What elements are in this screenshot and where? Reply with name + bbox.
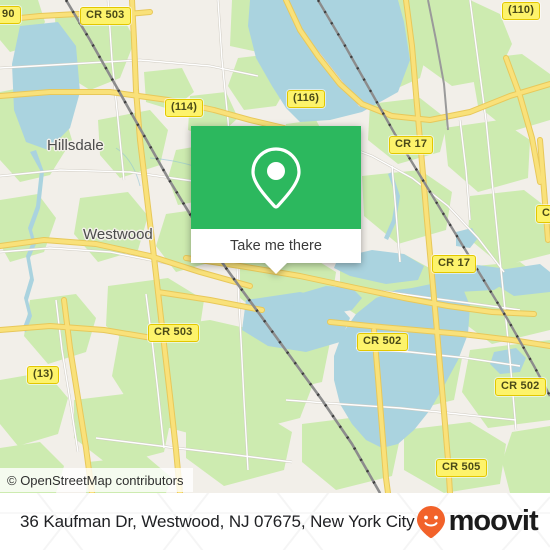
road-shield-90: 90 (0, 6, 21, 24)
map-canvas[interactable]: Hillsdale Westwood 90 CR 503 (110) (114)… (0, 0, 550, 493)
popup-footer[interactable]: Take me there (191, 229, 361, 274)
road-shield-cr-17-north: CR 17 (389, 136, 434, 154)
place-label-hillsdale: Hillsdale (47, 137, 104, 154)
road-shield-114: (114) (165, 99, 204, 117)
road-shield-cr-edge-clipped: CR (536, 205, 550, 223)
road-shield-13: (13) (27, 366, 60, 384)
place-label-westwood: Westwood (83, 226, 153, 243)
osm-attribution[interactable]: © OpenStreetMap contributors (0, 468, 193, 492)
road-shield-cr-503-south: CR 503 (148, 324, 199, 342)
location-popup[interactable]: Take me there (191, 126, 361, 274)
address-text: 36 Kaufman Dr, Westwood, NJ 07675, New Y… (20, 511, 415, 531)
map-pin-icon (251, 146, 301, 209)
road-shield-116: (116) (287, 90, 326, 108)
road-shield-cr-502-east: CR 502 (495, 378, 546, 396)
popup-tail (265, 263, 287, 274)
moovit-wordmark: moovit (448, 505, 539, 537)
map-screenshot: Hillsdale Westwood 90 CR 503 (110) (114)… (0, 0, 550, 550)
osm-attribution-text: © OpenStreetMap contributors (7, 472, 184, 488)
footer-bar: 36 Kaufman Dr, Westwood, NJ 07675, New Y… (0, 493, 550, 550)
take-me-there-button[interactable]: Take me there (230, 238, 322, 254)
road-shield-cr-505: CR 505 (436, 459, 487, 477)
moovit-logo[interactable]: moovit (415, 505, 539, 539)
road-shield-110: (110) (502, 2, 541, 20)
road-shield-cr-17-south: CR 17 (432, 255, 477, 273)
moovit-smiley-pin-icon (416, 505, 445, 538)
road-shield-cr-502-west: CR 502 (357, 333, 408, 351)
popup-header (191, 126, 361, 229)
road-shield-cr-503-north: CR 503 (80, 7, 131, 25)
